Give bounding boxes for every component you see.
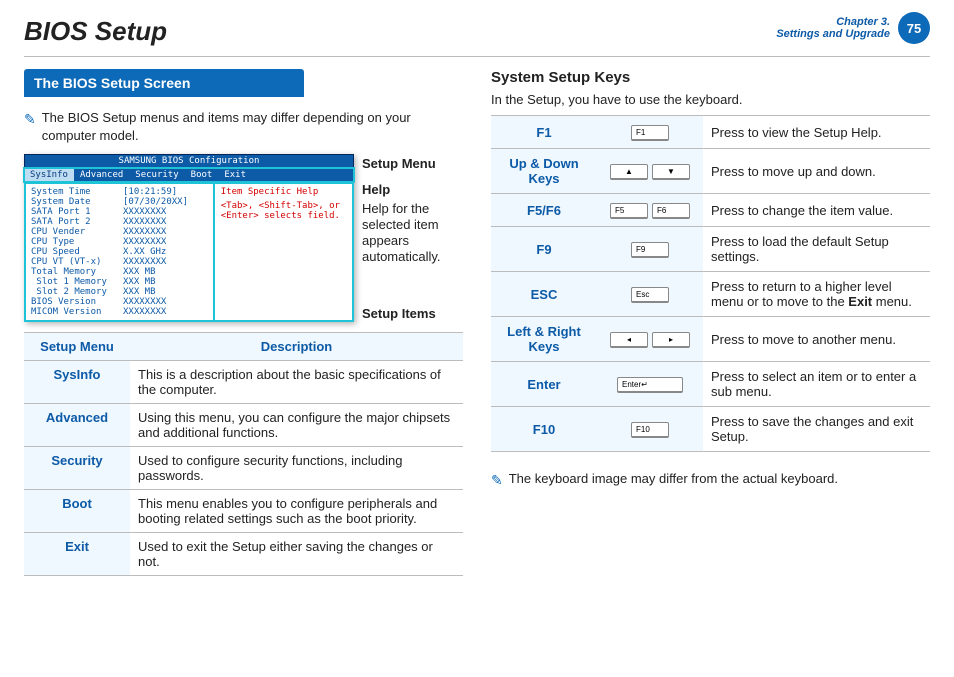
keycap-icon: ▼	[652, 164, 690, 180]
key-name: Up & Down Keys	[491, 149, 597, 194]
key-icon-cell: F5F6	[597, 194, 703, 227]
keycap-icon: ▸	[652, 332, 690, 348]
keycap-icon: ◂	[610, 332, 648, 348]
keys-intro: In the Setup, you have to use the keyboa…	[491, 92, 930, 107]
table-row: AdvancedUsing this menu, you can configu…	[24, 404, 463, 447]
bios-help-body: <Tab>, <Shift-Tab>, or <Enter> selects f…	[221, 201, 347, 221]
table-row: SecurityUsed to configure security funct…	[24, 447, 463, 490]
key-desc: Press to view the Setup Help.	[703, 116, 930, 149]
bios-screenshot: SAMSUNG BIOS Configuration SysInfoAdvanc…	[24, 154, 354, 322]
page-title: BIOS Setup	[24, 16, 167, 46]
key-desc: Press to move to another menu.	[703, 317, 930, 362]
bios-help-title: Item Specific Help	[221, 187, 347, 197]
callout-help: Help	[362, 182, 463, 198]
pin-icon: ✎	[24, 110, 36, 144]
keys-table: F1 F1 Press to view the Setup Help. Up & Do…	[491, 115, 930, 452]
callout-help-desc: Help for the selected item appears autom…	[362, 201, 463, 266]
key-icon-cell: Esc	[597, 272, 703, 317]
key-desc: Press to save the changes and exit Setup…	[703, 407, 930, 452]
keyboard-note-text: The keyboard image may differ from the a…	[509, 470, 838, 490]
menu-description-table: Setup Menu Description SysInfoThis is a …	[24, 332, 463, 576]
keycap-icon: Enter↵	[617, 377, 683, 393]
key-icon-cell: ▲▼	[597, 149, 703, 194]
bios-sysinfo-pane: System Time[10:21:59]System Date[07/30/2…	[25, 183, 214, 321]
key-desc: Press to load the default Setup settings…	[703, 227, 930, 272]
keycap-icon: Esc	[631, 287, 669, 303]
key-icon-cell: Enter↵	[597, 362, 703, 407]
menu-name: Boot	[24, 490, 130, 533]
keycap-icon: F1	[631, 125, 669, 141]
menu-name: Security	[24, 447, 130, 490]
key-name: F1	[491, 116, 597, 149]
page-number-badge: 75	[898, 12, 930, 44]
key-icon-cell: F10	[597, 407, 703, 452]
menu-desc: This menu enables you to configure perip…	[130, 490, 463, 533]
chapter-line1: Chapter 3.	[836, 16, 890, 28]
bios-tab-security: Security	[129, 168, 184, 182]
key-desc: Press to return to a higher level menu o…	[703, 272, 930, 317]
bios-tab-advanced: Advanced	[74, 168, 129, 182]
keycap-icon: F6	[652, 203, 690, 219]
key-icon-cell: F1	[597, 116, 703, 149]
key-name: F10	[491, 407, 597, 452]
keycap-icon: F9	[631, 242, 669, 258]
keycap-icon: ▲	[610, 164, 648, 180]
key-desc: Press to change the item value.	[703, 194, 930, 227]
callout-setup-menu: Setup Menu	[362, 156, 463, 172]
keycap-icon: F10	[631, 422, 669, 438]
table-row: BootThis menu enables you to configure p…	[24, 490, 463, 533]
table-row: F1 F1 Press to view the Setup Help.	[491, 116, 930, 149]
table-row: SysInfoThis is a description about the b…	[24, 361, 463, 404]
bios-tabs: SysInfoAdvancedSecurityBootExit	[24, 168, 354, 182]
key-name: ESC	[491, 272, 597, 317]
key-icon-cell: F9	[597, 227, 703, 272]
th-menu: Setup Menu	[24, 333, 130, 361]
menu-name: Exit	[24, 533, 130, 576]
menu-name: SysInfo	[24, 361, 130, 404]
keycap-icon: F5	[610, 203, 648, 219]
table-row: F9 F9 Press to load the default Setup sett…	[491, 227, 930, 272]
note-text: The BIOS Setup menus and items may diffe…	[42, 109, 463, 144]
callout-setup-items: Setup Items	[362, 306, 463, 322]
right-column: System Setup Keys In the Setup, you have…	[491, 69, 930, 576]
bios-tab-sysinfo: SysInfo	[24, 168, 74, 182]
section-heading: The BIOS Setup Screen	[24, 69, 304, 97]
table-row: ESC Esc Press to return to a higher level …	[491, 272, 930, 317]
key-icon-cell: ◂▸	[597, 317, 703, 362]
note-callout: ✎ The BIOS Setup menus and items may dif…	[24, 109, 463, 144]
menu-desc: This is a description about the basic sp…	[130, 361, 463, 404]
bios-tab-boot: Boot	[185, 168, 219, 182]
table-row: F5/F6F5F6Press to change the item value.	[491, 194, 930, 227]
keys-heading: System Setup Keys	[491, 69, 930, 86]
menu-name: Advanced	[24, 404, 130, 447]
bios-callouts: Setup Menu Help Help for the selected it…	[362, 154, 463, 322]
menu-desc: Using this menu, you can configure the m…	[130, 404, 463, 447]
bios-tab-exit: Exit	[218, 168, 252, 182]
table-row: Left & Right Keys◂▸Press to move to anot…	[491, 317, 930, 362]
key-desc: Press to select an item or to enter a su…	[703, 362, 930, 407]
page-header: BIOS Setup Chapter 3. Settings and Upgra…	[24, 16, 930, 57]
key-desc: Press to move up and down.	[703, 149, 930, 194]
menu-desc: Used to configure security functions, in…	[130, 447, 463, 490]
table-row: F10 F10 Press to save the changes and exit…	[491, 407, 930, 452]
chapter-line2: Settings and Upgrade	[776, 28, 890, 40]
bios-help-pane: Item Specific Help <Tab>, <Shift-Tab>, o…	[214, 183, 353, 321]
key-name: Enter	[491, 362, 597, 407]
table-row: Up & Down Keys▲▼Press to move up and dow…	[491, 149, 930, 194]
left-column: The BIOS Setup Screen ✎ The BIOS Setup m…	[24, 69, 463, 576]
key-name: F5/F6	[491, 194, 597, 227]
key-name: Left & Right Keys	[491, 317, 597, 362]
bios-titlebar: SAMSUNG BIOS Configuration	[24, 154, 354, 168]
chapter-label: Chapter 3. Settings and Upgrade	[776, 16, 890, 40]
pin-icon: ✎	[491, 471, 503, 490]
table-row: ExitUsed to exit the Setup either saving…	[24, 533, 463, 576]
th-desc: Description	[130, 333, 463, 361]
menu-desc: Used to exit the Setup either saving the…	[130, 533, 463, 576]
keyboard-note: ✎ The keyboard image may differ from the…	[491, 470, 930, 490]
key-name: F9	[491, 227, 597, 272]
table-row: Enter Enter↵ Press to select an item or to…	[491, 362, 930, 407]
